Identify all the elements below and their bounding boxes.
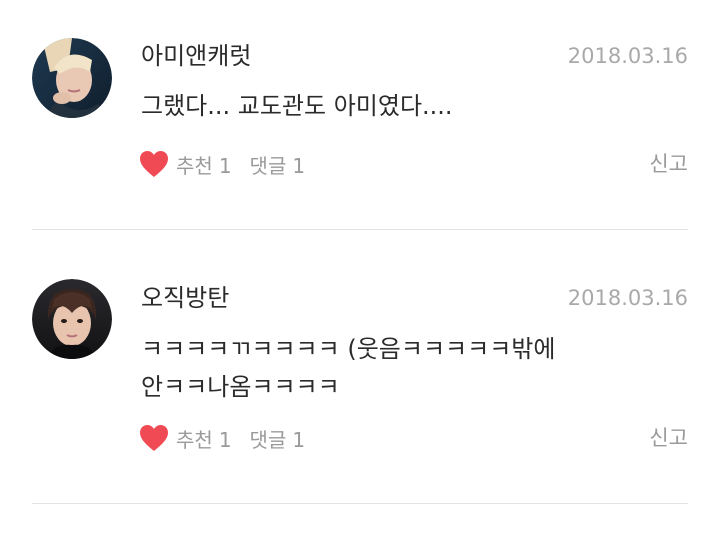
reply-text: 댓글 <box>249 427 287 452</box>
divider <box>32 229 688 230</box>
avatar[interactable] <box>32 38 112 118</box>
reply-count: 1 <box>292 427 306 452</box>
reply-button[interactable]: 댓글 1 <box>250 150 306 179</box>
like-button[interactable]: 추천 1 <box>139 150 232 179</box>
avatar-photo-icon <box>32 38 112 118</box>
comment-list: 아미앤캐럿 2018.03.16 그랬다... 교도관도 아미였다.... 추천… <box>0 0 720 540</box>
username[interactable]: 오직방탄 <box>141 282 229 314</box>
comment-actions: 추천 1 댓글 1 <box>139 148 305 180</box>
report-button[interactable]: 신고 <box>649 148 688 180</box>
reply-button[interactable]: 댓글 1 <box>250 424 306 453</box>
heart-icon <box>140 151 168 177</box>
like-count: 1 <box>218 153 232 178</box>
comment-actions: 추천 1 댓글 1 <box>139 422 305 454</box>
avatar-photo-icon <box>32 279 112 359</box>
comment-date: 2018.03.16 <box>567 44 688 68</box>
comment-body: ㅋㅋㅋㅋㄲㅋㅋㅋㅋ (웃음ㅋㅋㅋㅋㅋ밖에 안ㅋㅋ나옴ㅋㅋㅋㅋ <box>141 330 661 406</box>
reply-text: 댓글 <box>249 153 287 178</box>
comment-body: 그랬다... 교도관도 아미였다.... <box>141 87 661 125</box>
like-label: 추천 1 <box>176 150 232 179</box>
comment-item: 아미앤캐럿 2018.03.16 그랬다... 교도관도 아미였다.... 추천… <box>0 0 720 230</box>
report-button[interactable]: 신고 <box>649 422 688 454</box>
like-count: 1 <box>218 427 232 452</box>
comment-body-line: ㅋㅋㅋㅋㄲㅋㅋㅋㅋ (웃음ㅋㅋㅋㅋㅋ밖에 <box>141 335 556 363</box>
divider <box>32 503 688 504</box>
comment-body-line: 안ㅋㅋ나옴ㅋㅋㅋㅋ <box>141 373 340 401</box>
comment-item: 오직방탄 2018.03.16 ㅋㅋㅋㅋㄲㅋㅋㅋㅋ (웃음ㅋㅋㅋㅋㅋ밖에 안ㅋㅋ… <box>0 231 720 504</box>
like-text: 추천 <box>176 427 213 452</box>
reply-count: 1 <box>292 153 306 178</box>
like-button[interactable]: 추천 1 <box>139 424 232 453</box>
avatar[interactable] <box>32 279 112 359</box>
comment-body-line: 그랬다... 교도관도 아미였다.... <box>141 92 453 120</box>
username[interactable]: 아미앤캐럿 <box>141 40 251 72</box>
comment-date: 2018.03.16 <box>567 286 688 310</box>
like-label: 추천 1 <box>176 424 232 453</box>
heart-icon <box>140 425 168 451</box>
like-text: 추천 <box>176 153 213 178</box>
